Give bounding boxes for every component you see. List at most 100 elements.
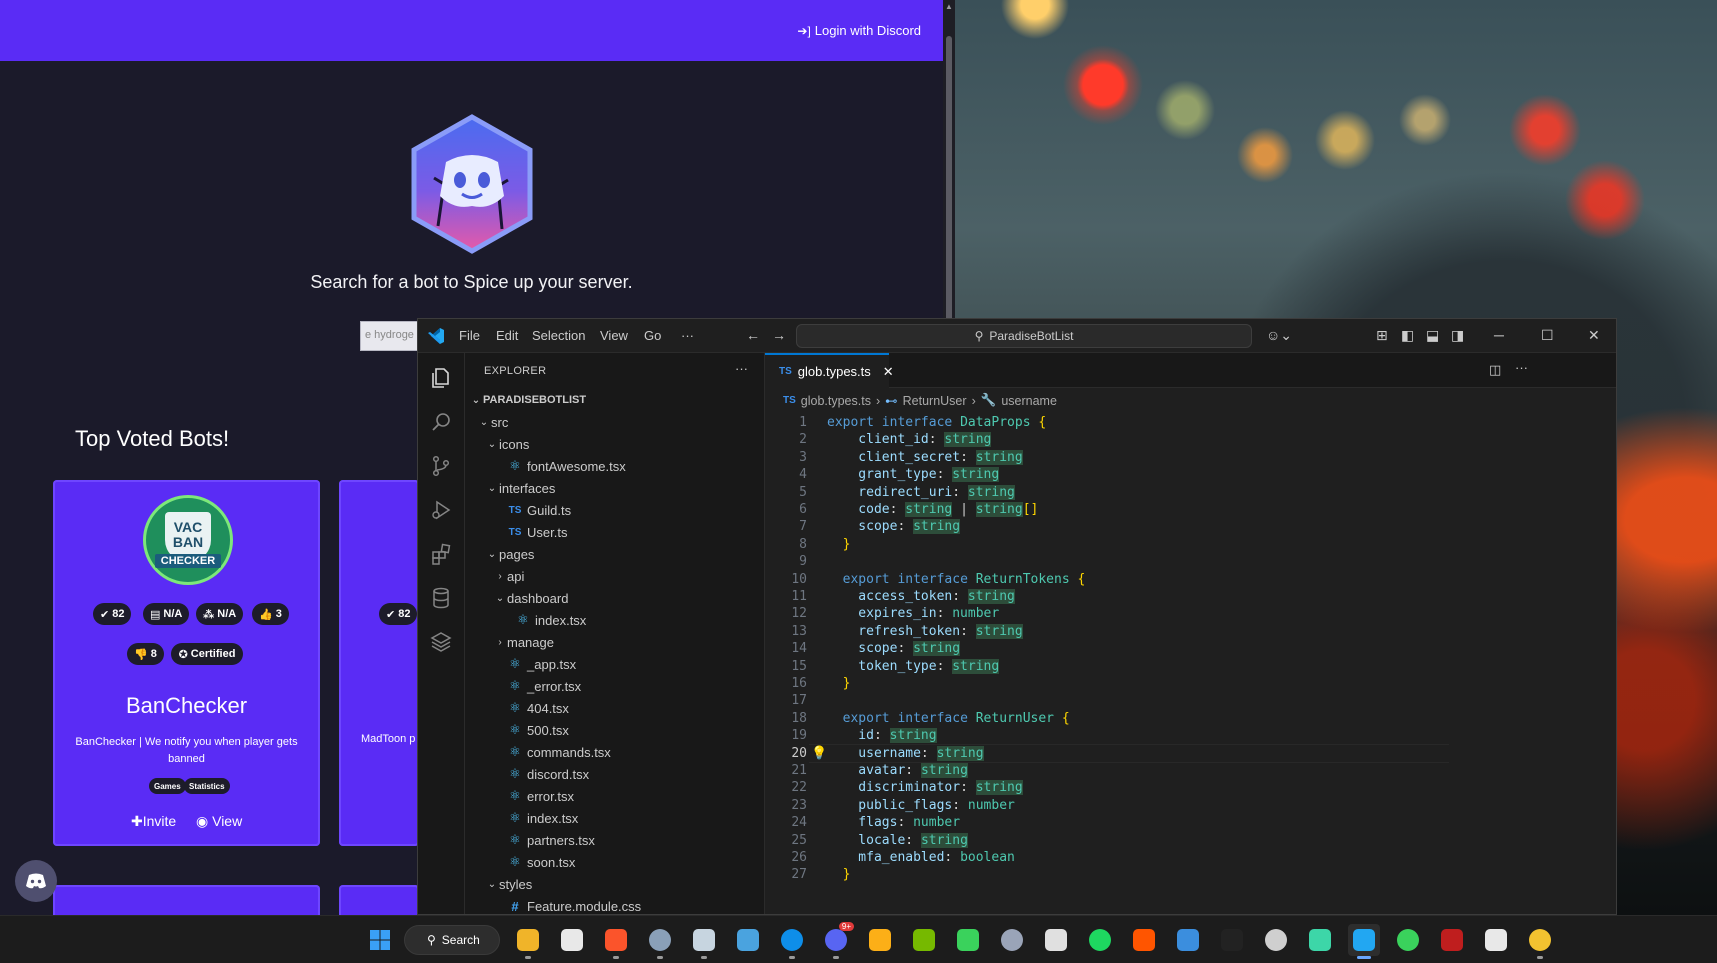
layers-icon[interactable]	[426, 627, 456, 657]
project-root[interactable]: ⌄ PARADISEBOTLIST	[465, 389, 765, 411]
search-icon[interactable]	[426, 407, 456, 437]
code-line[interactable]: 1 export interface DataProps {	[765, 413, 1525, 432]
menu-more[interactable]: ···	[681, 328, 694, 343]
editor-more-icon[interactable]: ···	[1515, 360, 1528, 375]
menu-view[interactable]: View	[600, 328, 628, 343]
taskbar-app-soundcloud[interactable]	[1128, 924, 1160, 956]
code-line[interactable]: 10 export interface ReturnTokens {	[765, 570, 1525, 589]
login-with-discord-button[interactable]: ➔] Login with Discord	[797, 23, 921, 38]
tag-games[interactable]: Games	[149, 778, 186, 794]
toggle-sidebar-icon[interactable]: ◧	[1401, 327, 1414, 344]
forward-arrow-icon[interactable]: →	[772, 327, 786, 343]
code-line[interactable]: 23 public_flags: number	[765, 796, 1525, 815]
taskbar-app-spotify[interactable]	[1084, 924, 1116, 956]
menu-edit[interactable]: Edit	[496, 328, 518, 343]
code-line[interactable]: 8 }	[765, 535, 1525, 554]
invite-button[interactable]: ✚Invite	[131, 813, 176, 830]
taskbar-app-filezilla[interactable]	[1436, 924, 1468, 956]
code-line[interactable]: 18 export interface ReturnUser {	[765, 709, 1525, 728]
folder-item[interactable]: › api	[465, 565, 765, 587]
bot-card[interactable]: ✔ 82 MadToon p	[339, 480, 419, 846]
toggle-panel-icon[interactable]: ⬓	[1426, 327, 1439, 344]
source-control-icon[interactable]	[426, 451, 456, 481]
close-tab-icon[interactable]: ✕	[883, 364, 894, 380]
file-item[interactable]: TS User.ts	[465, 521, 765, 543]
copilot-icon[interactable]: ☺⌄	[1266, 327, 1292, 344]
code-line[interactable]: 14 scope: string	[765, 639, 1525, 658]
bot-card[interactable]	[339, 885, 419, 915]
split-editor-icon[interactable]: ◫	[1489, 362, 1501, 378]
discord-widget-button[interactable]	[15, 860, 57, 902]
taskbar-app-nest-dark[interactable]	[1216, 924, 1248, 956]
code-line[interactable]: 20 username: string 💡	[765, 744, 1525, 763]
command-center-search[interactable]: ⚲ ParadiseBotList	[796, 324, 1252, 348]
taskbar-app-gamepass[interactable]	[952, 924, 984, 956]
taskbar-app-brave[interactable]	[600, 924, 632, 959]
scrollbar-thumb[interactable]	[946, 36, 952, 336]
minimize-icon[interactable]: ─	[1494, 327, 1504, 343]
code-line[interactable]: 16 }	[765, 674, 1525, 693]
taskbar-app-kali[interactable]	[1260, 924, 1292, 956]
explorer-icon[interactable]	[426, 363, 456, 393]
menu-selection[interactable]: Selection	[532, 328, 585, 343]
code-line[interactable]: 4 grant_type: string	[765, 465, 1525, 484]
taskbar-app-remote-desktop[interactable]	[732, 924, 764, 956]
bot-search-input[interactable]: e hydroge	[360, 321, 420, 351]
taskbar-app-onscreen-keyboard[interactable]	[996, 924, 1028, 956]
bot-card[interactable]: VAC BAN CHECKER ✔ 82 ▤ N/A ⁂ N/A 👍 3 👎 8 ✪ Cer…	[53, 480, 320, 846]
taskbar-app-steam[interactable]	[688, 924, 720, 959]
extensions-icon[interactable]	[426, 539, 456, 569]
run-debug-icon[interactable]	[426, 495, 456, 525]
view-button[interactable]: ◉ View	[196, 813, 242, 830]
code-line[interactable]: 7 scope: string	[765, 517, 1525, 536]
taskbar-search[interactable]: ⚲ Search	[404, 925, 500, 955]
taskbar-app-rockstar[interactable]	[864, 924, 896, 956]
taskbar-app-pinwheel[interactable]	[1040, 924, 1072, 956]
lightbulb-icon[interactable]: 💡	[811, 744, 827, 763]
taskbar-app-settings[interactable]	[644, 924, 676, 959]
folder-item[interactable]: ⌄ interfaces	[465, 477, 765, 499]
code-line[interactable]: 26 mfa_enabled: boolean	[765, 848, 1525, 867]
file-item[interactable]: ⚛ soon.tsx	[465, 851, 765, 873]
toggle-secondary-sidebar-icon[interactable]: ◨	[1451, 327, 1464, 344]
taskbar-app-news[interactable]	[1480, 924, 1512, 956]
menu-go[interactable]: Go	[644, 328, 661, 343]
folder-item[interactable]: ⌄ pages	[465, 543, 765, 565]
menu-file[interactable]: File	[459, 328, 480, 343]
taskbar-app-chrome[interactable]	[1524, 924, 1556, 959]
bot-card[interactable]	[53, 885, 320, 915]
code-line[interactable]: 25 locale: string	[765, 831, 1525, 850]
code-line[interactable]: 15 token_type: string	[765, 657, 1525, 676]
taskbar-app-file-explorer[interactable]	[512, 924, 544, 959]
taskbar-app-nvidia[interactable]	[908, 924, 940, 956]
database-icon[interactable]	[426, 583, 456, 613]
taskbar-app-microsoft-store[interactable]	[556, 924, 588, 956]
file-item[interactable]: ⚛ _error.tsx	[465, 675, 765, 697]
folder-item[interactable]: ⌄ styles	[465, 873, 765, 895]
taskbar-app-teamviewer[interactable]	[776, 924, 808, 959]
code-line[interactable]: 24 flags: number	[765, 813, 1525, 832]
code-line[interactable]: 9	[765, 552, 1525, 571]
code-line[interactable]: 12 expires_in: number	[765, 604, 1525, 623]
folder-item[interactable]: ⌄ src	[465, 411, 765, 433]
code-line[interactable]: 27 }	[765, 865, 1525, 884]
folder-item[interactable]: ⌄ icons	[465, 433, 765, 455]
code-line[interactable]: 17	[765, 691, 1525, 710]
taskbar-app-github-desktop[interactable]	[1304, 924, 1336, 956]
file-item[interactable]: ⚛ discord.tsx	[465, 763, 765, 785]
file-item[interactable]: ⚛ index.tsx	[465, 807, 765, 829]
file-item[interactable]: TS Guild.ts	[465, 499, 765, 521]
taskbar-app-vscode[interactable]	[1348, 924, 1380, 959]
file-item[interactable]: ⚛ error.tsx	[465, 785, 765, 807]
customize-layout-icon[interactable]: ⊞	[1376, 327, 1388, 344]
code-line[interactable]: 13 refresh_token: string	[765, 622, 1525, 641]
file-item[interactable]: ⚛ commands.tsx	[465, 741, 765, 763]
tab-glob-types[interactable]: TS glob.types.ts ✕	[765, 353, 894, 388]
back-arrow-icon[interactable]: ←	[746, 327, 760, 343]
folder-item[interactable]: ⌄ dashboard	[465, 587, 765, 609]
code-line[interactable]: 22 discriminator: string	[765, 778, 1525, 797]
taskbar-app-xbox[interactable]	[1392, 924, 1424, 956]
breadcrumb-property[interactable]: username	[1001, 394, 1057, 408]
code-line[interactable]: 21 avatar: string	[765, 761, 1525, 780]
code-line[interactable]: 6 code: string | string[]	[765, 500, 1525, 519]
